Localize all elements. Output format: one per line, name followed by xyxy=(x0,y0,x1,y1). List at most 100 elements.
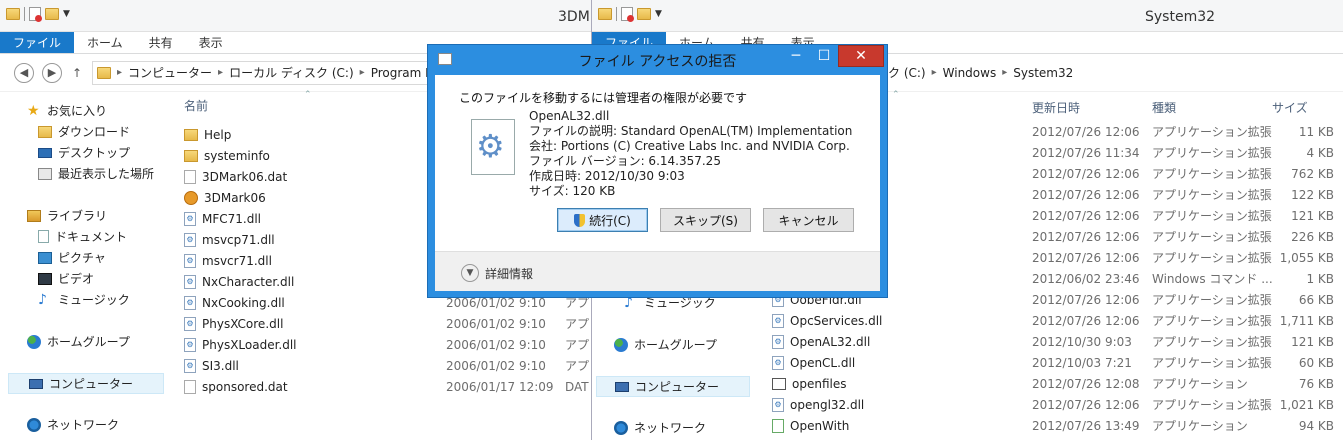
up-button[interactable]: ↑ xyxy=(70,66,84,80)
table-row[interactable]: OpcServices.dll 2012/07/26 12:06 アプリケーション拡… xyxy=(772,310,1340,331)
nav-label: ホームグループ xyxy=(634,338,717,352)
tab-share[interactable]: 共有 xyxy=(136,32,186,53)
file-name-cell: opengl32.dll xyxy=(772,397,864,412)
table-row[interactable]: sponsored.dat 2006/01/17 12:09 DAT xyxy=(184,376,589,397)
breadcrumb-arrow-icon[interactable]: ▸ xyxy=(932,67,937,78)
nav-pictures[interactable]: ピクチャ xyxy=(0,247,166,268)
file-name-cell: PhysXCore.dll xyxy=(184,316,283,331)
nav-desktop[interactable]: デスクトップ xyxy=(0,142,166,163)
table-row[interactable]: OpenCL.dll 2012/10/03 7:21 アプリケーション拡張 60 KB xyxy=(772,352,1340,373)
new-folder-icon[interactable] xyxy=(45,8,59,20)
column-header-name[interactable]: 名前 xyxy=(184,97,208,114)
file-date: 2012/06/02 23:46 xyxy=(1032,271,1140,286)
tab-view[interactable]: 表示 xyxy=(186,32,236,53)
file-name-cell: NxCooking.dll xyxy=(184,295,285,310)
file-icon xyxy=(184,379,196,394)
file-name: systeminfo xyxy=(204,148,270,163)
folder-icon[interactable] xyxy=(598,8,612,20)
music-note-icon: ♪ xyxy=(624,294,633,311)
nav-network[interactable]: ネットワーク xyxy=(0,414,166,435)
close-button[interactable]: ✕ xyxy=(838,45,884,67)
downloads-folder-icon xyxy=(38,125,52,138)
breadcrumb-arrow-icon[interactable]: ▸ xyxy=(218,67,223,78)
file-date: 2012/10/30 9:03 xyxy=(1032,334,1132,349)
document-icon xyxy=(38,230,49,243)
file-name-cell: OpcServices.dll xyxy=(772,313,882,328)
table-row[interactable]: openfiles 2012/07/26 12:08 アプリケーション 76 KB xyxy=(772,373,1340,394)
nav-documents[interactable]: ドキュメント xyxy=(0,226,166,247)
tab-home[interactable]: ホーム xyxy=(74,32,136,53)
file-icon xyxy=(184,169,196,184)
folder-icon[interactable] xyxy=(6,8,20,20)
nav-computer[interactable]: コンピューター xyxy=(8,373,164,394)
breadcrumb-arrow-icon[interactable]: ▸ xyxy=(1002,67,1007,78)
file-type: アプリケーション拡張 xyxy=(1152,188,1272,202)
breadcrumb-arrow-icon[interactable]: ▸ xyxy=(117,67,122,78)
music-note-icon: ♪ xyxy=(38,291,47,308)
nav-downloads[interactable]: ダウンロード xyxy=(0,121,166,142)
nav-favorites[interactable]: ★ お気に入り xyxy=(0,100,166,121)
file-date: 2012/07/26 12:06 xyxy=(1032,229,1140,244)
breadcrumb-computer[interactable]: コンピューター xyxy=(128,64,212,81)
file-size: 1,021 KB xyxy=(1279,397,1334,412)
breadcrumb-program-files[interactable]: Program F xyxy=(371,66,432,80)
dll-icon xyxy=(772,397,784,412)
file-size: 226 KB xyxy=(1291,229,1334,244)
file-date: 2006/01/02 9:10 xyxy=(446,316,546,331)
file-date: 2012/07/26 12:06 xyxy=(1032,187,1140,202)
cancel-button[interactable]: キャンセル xyxy=(763,208,854,232)
nav-homegroup[interactable]: ホームグループ xyxy=(0,331,166,352)
column-header-size[interactable]: サイズ xyxy=(1272,99,1308,116)
nav-label: コンピューター xyxy=(635,380,720,394)
nav-videos[interactable]: ビデオ xyxy=(0,268,166,289)
dialog-body: このファイルを移動するには管理者の権限が必要です ⚙ OpenAL32.dll … xyxy=(435,75,880,291)
address-bar[interactable]: スク (C:) ▸ Windows ▸ System32 xyxy=(872,61,1343,85)
chevron-down-icon[interactable]: ▼ xyxy=(63,9,70,19)
table-row[interactable]: opengl32.dll 2012/07/26 12:06 アプリケーション拡張 1,… xyxy=(772,394,1340,415)
nav-network[interactable]: ネットワーク xyxy=(592,417,758,438)
breadcrumb-windows[interactable]: Windows xyxy=(943,66,997,80)
file-type: アプリケーション拡張 xyxy=(1152,335,1272,349)
tab-file[interactable]: ファイル xyxy=(0,32,75,53)
file-type: アプリケーション拡張 xyxy=(1152,398,1272,412)
minimize-button[interactable]: ─ xyxy=(784,45,808,67)
navigation-pane: ★ お気に入り ダウンロード デスクトップ 最近表示した場所 ライブラリ ドキュメ… xyxy=(0,100,166,435)
file-name-cell: openfiles xyxy=(772,377,846,391)
maximize-button[interactable]: ☐ xyxy=(812,45,836,67)
more-details-toggle[interactable]: ▼ 詳細情報 xyxy=(461,264,533,282)
file-size: 121 KB xyxy=(1291,208,1334,223)
breadcrumb-arrow-icon[interactable]: ▸ xyxy=(360,67,365,78)
window-title: System32 xyxy=(1145,9,1216,25)
file-type: アプリケーション拡張 xyxy=(1152,230,1272,244)
forward-button[interactable]: ▶ xyxy=(42,62,62,83)
column-header-date[interactable]: 更新日時 xyxy=(1032,99,1080,116)
table-row[interactable]: PhysXLoader.dll 2006/01/02 9:10 アプ xyxy=(184,334,589,355)
properties-icon[interactable] xyxy=(29,7,42,22)
file-name: MFC71.dll xyxy=(202,211,262,226)
properties-icon[interactable] xyxy=(621,7,634,22)
table-row[interactable]: OpenAL32.dll 2012/10/30 9:03 アプリケーション拡張 121… xyxy=(772,331,1340,352)
nav-computer[interactable]: コンピューター xyxy=(596,376,750,397)
file-date: 2012/07/26 12:06 xyxy=(1032,292,1140,307)
left-titlebar: ▼ 3DM xyxy=(0,0,591,32)
continue-button[interactable]: 続行(C) xyxy=(557,208,648,232)
new-folder-icon[interactable] xyxy=(637,8,651,20)
button-label: スキップ(S) xyxy=(673,213,738,228)
file-date: 2012/07/26 12:06 xyxy=(1032,124,1140,139)
nav-music[interactable]: ♪ ミュージック xyxy=(0,289,166,310)
breadcrumb-local-disk[interactable]: ローカル ディスク (C:) xyxy=(229,64,354,81)
skip-button[interactable]: スキップ(S) xyxy=(660,208,751,232)
table-row[interactable]: PhysXCore.dll 2006/01/02 9:10 アプ xyxy=(184,313,589,334)
breadcrumb-system32[interactable]: System32 xyxy=(1013,66,1073,80)
table-row[interactable]: OpenWith 2012/07/26 13:49 アプリケーション 94 KB xyxy=(772,415,1340,436)
dialog-titlebar[interactable]: ファイル アクセスの拒否 ─ ☐ ✕ xyxy=(428,45,887,75)
back-button[interactable]: ◀ xyxy=(14,62,34,83)
table-row[interactable]: SI3.dll 2006/01/02 9:10 アプ xyxy=(184,355,589,376)
column-header-type[interactable]: 種類 xyxy=(1152,99,1176,116)
file-size: 11 KB xyxy=(1298,124,1334,139)
nav-libraries[interactable]: ライブラリ xyxy=(0,205,166,226)
nav-recent[interactable]: 最近表示した場所 xyxy=(0,163,166,184)
chevron-down-icon[interactable]: ▼ xyxy=(655,9,662,19)
file-type: アプリケーション拡張 xyxy=(1152,293,1272,307)
nav-homegroup[interactable]: ホームグループ xyxy=(592,334,758,355)
